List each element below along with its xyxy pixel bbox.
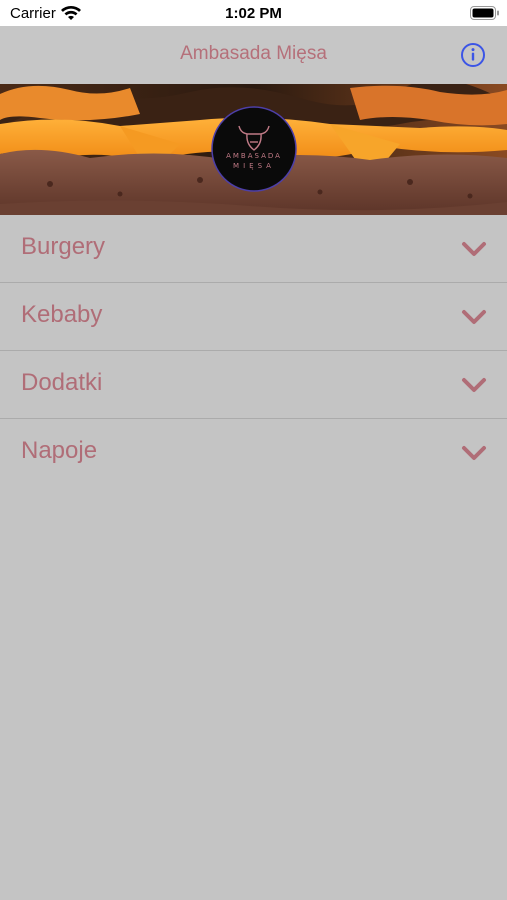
hero-banner: AMBASADA MIĘSA bbox=[0, 84, 507, 215]
category-kebaby[interactable]: Kebaby bbox=[0, 283, 507, 351]
category-label: Burgery bbox=[21, 233, 106, 260]
category-napoje[interactable]: Napoje bbox=[0, 419, 507, 486]
status-bar: Carrier 1:02 PM bbox=[0, 0, 507, 26]
info-icon[interactable] bbox=[460, 42, 486, 68]
category-label: Napoje bbox=[21, 437, 98, 464]
category-list: Burgery Kebaby Dodatki Napoje bbox=[0, 215, 507, 486]
page-title: Ambasada Mięsa bbox=[180, 43, 327, 64]
restaurant-logo: AMBASADA MIĘSA bbox=[211, 106, 297, 192]
clock: 1:02 PM bbox=[225, 5, 282, 22]
category-label: Dodatki bbox=[21, 369, 103, 396]
chevron-down-icon bbox=[462, 446, 486, 460]
category-dodatki[interactable]: Dodatki bbox=[0, 351, 507, 419]
chevron-down-icon bbox=[462, 242, 486, 256]
category-burgery[interactable]: Burgery bbox=[0, 215, 507, 283]
chevron-down-icon bbox=[462, 310, 486, 324]
navigation-bar: Ambasada Mięsa bbox=[0, 26, 507, 84]
logo-text-bottom: MIĘSA bbox=[233, 162, 275, 170]
logo-text-top: AMBASADA bbox=[226, 152, 282, 160]
category-label: Kebaby bbox=[21, 301, 103, 328]
battery-icon bbox=[470, 6, 499, 20]
chevron-down-icon bbox=[462, 378, 486, 392]
